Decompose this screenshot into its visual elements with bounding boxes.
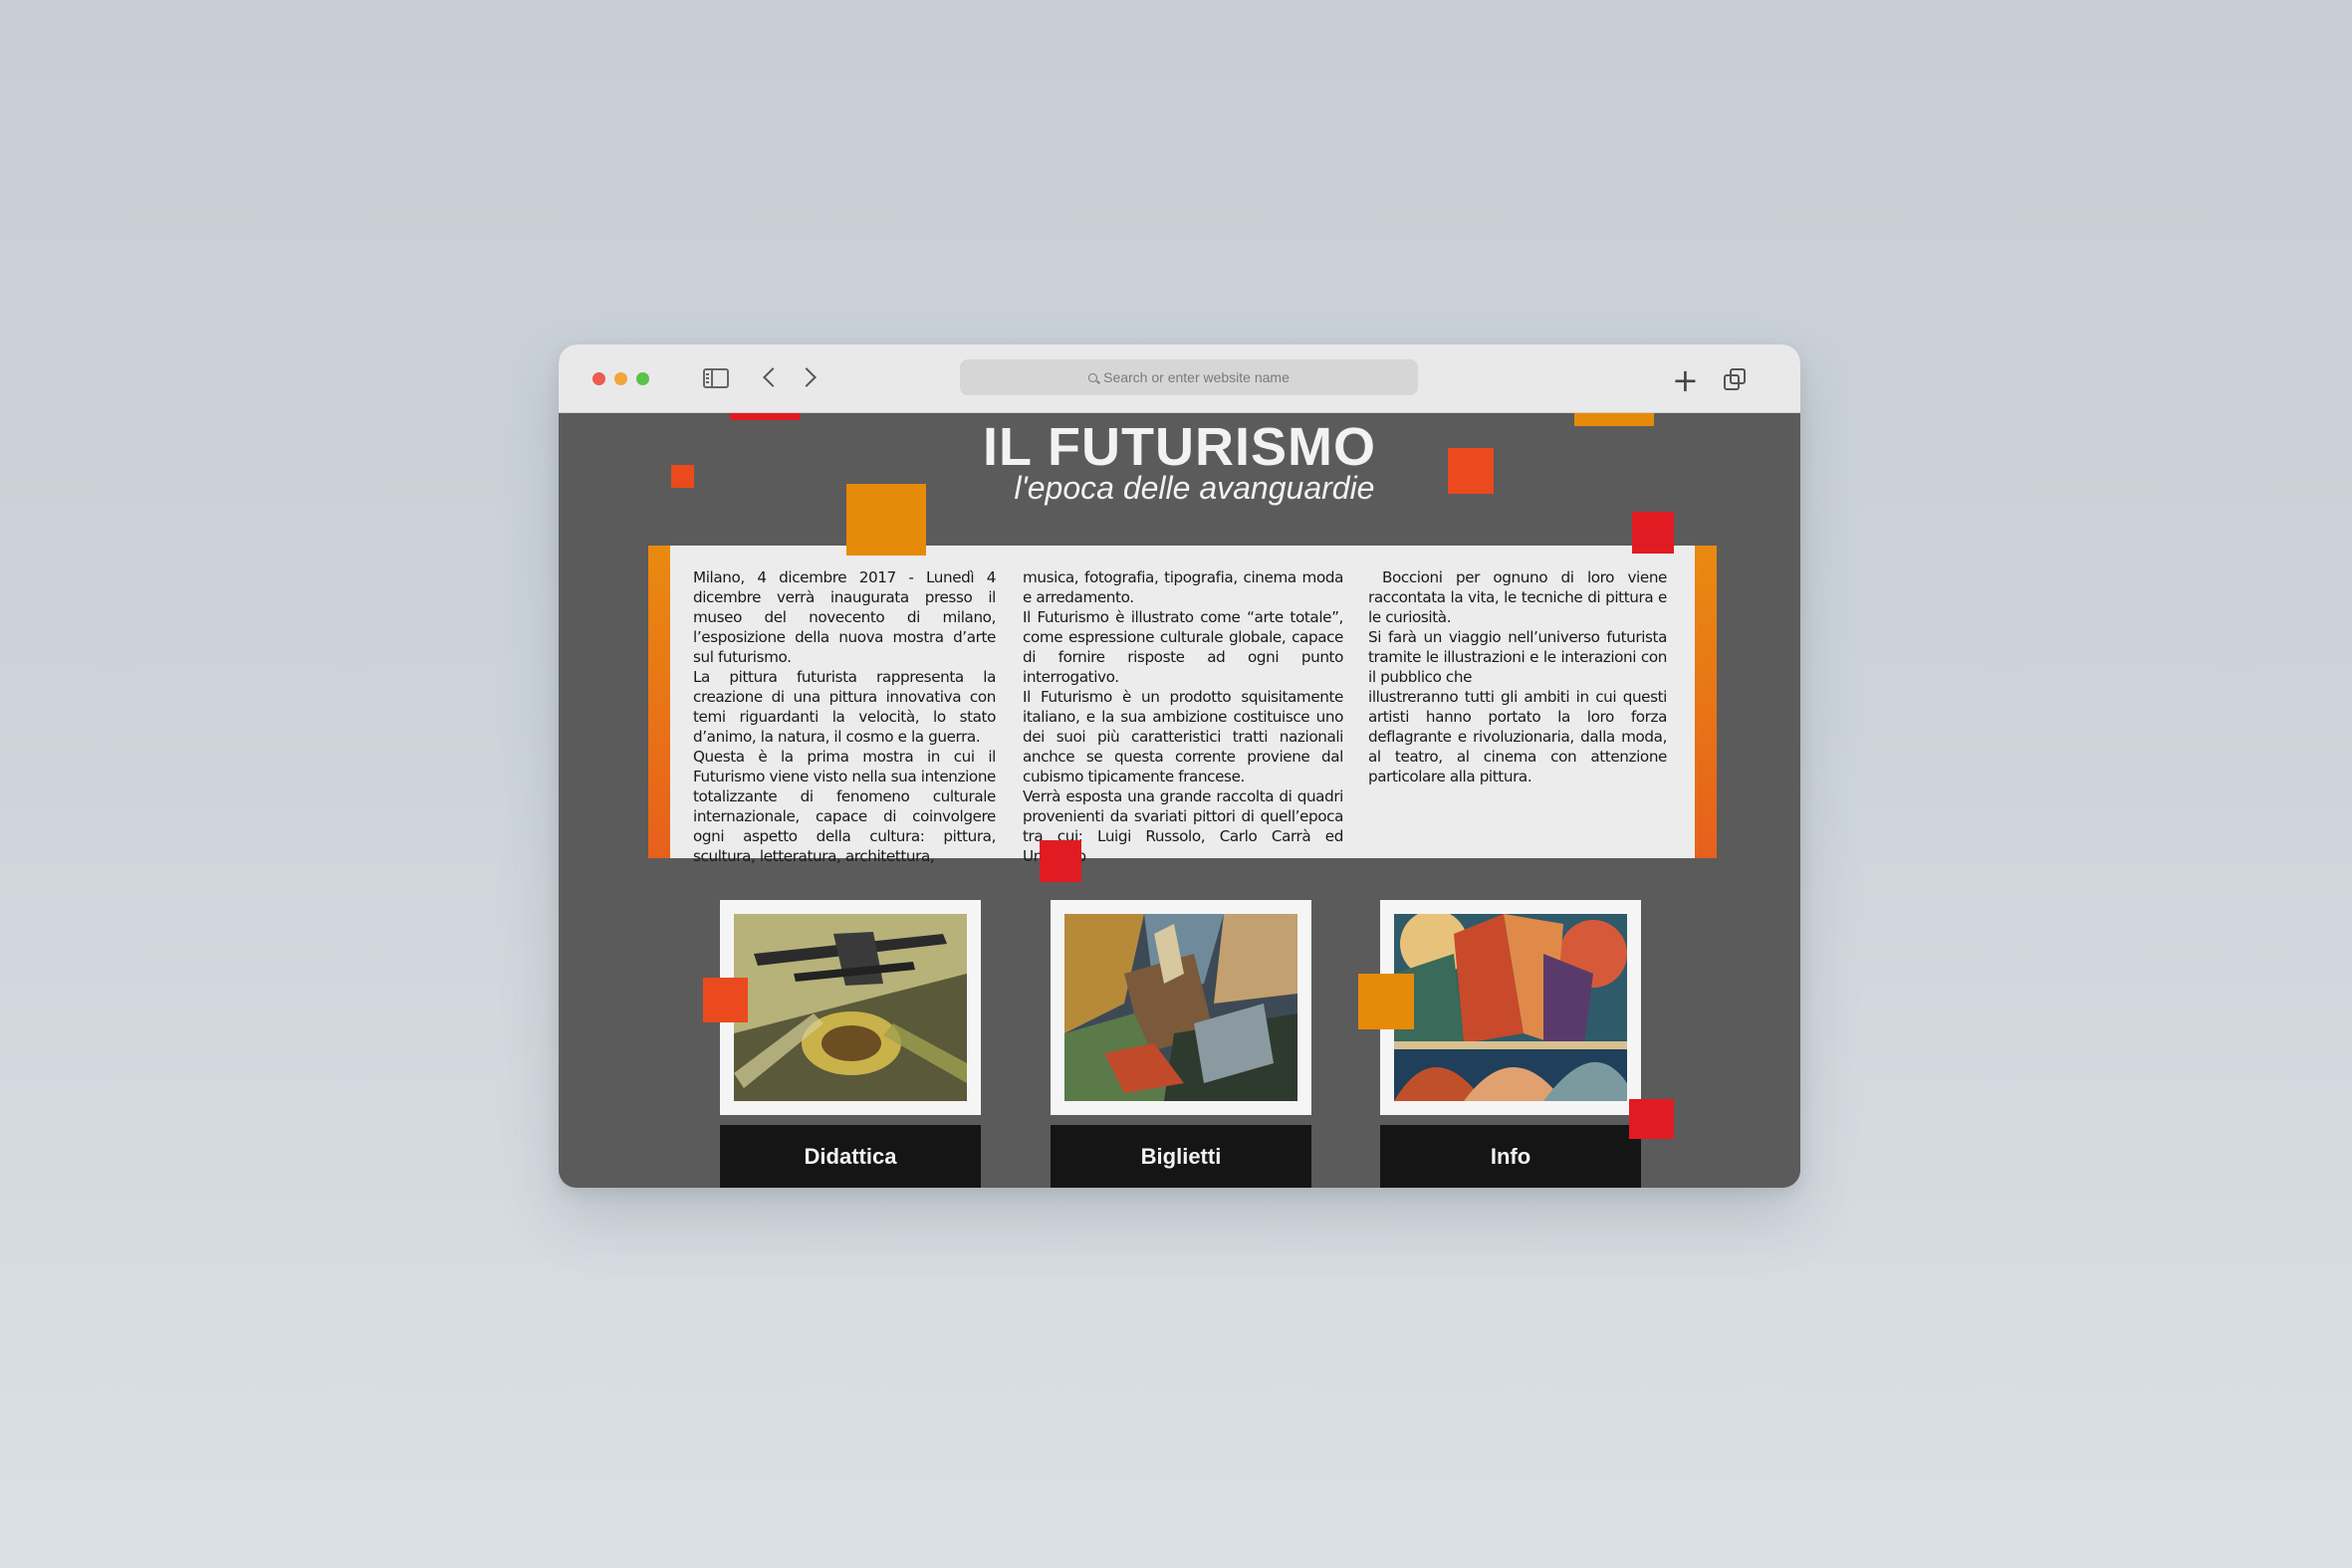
decor-square: [1040, 840, 1081, 882]
browser-window: Search or enter website name + IL FUTURI…: [559, 344, 1800, 1188]
decor-square: [846, 484, 926, 556]
paragraph: Si farà un viaggio nell’universo futuris…: [1368, 628, 1667, 686]
paragraph: Boccioni per ognuno di loro viene raccon…: [1368, 568, 1667, 626]
panel-accent-right: [1695, 546, 1717, 858]
didattica-button[interactable]: Didattica: [720, 1125, 981, 1188]
page-subtitle: l'epoca delle avanguardie: [1014, 470, 1375, 506]
page-content: IL FUTURISMO l'epoca delle avanguardie M…: [559, 412, 1800, 1188]
address-bar-placeholder: Search or enter website name: [1103, 369, 1290, 385]
artwork-card-didattica[interactable]: [720, 900, 981, 1115]
text-column-2: musica, fotografia, tipografia, cinema m…: [1023, 567, 1343, 866]
decor-square: [1629, 1099, 1674, 1139]
tab-overview-icon[interactable]: [1724, 368, 1746, 390]
page-title: IL FUTURISMO: [983, 417, 1376, 477]
decor-square: [1358, 974, 1414, 1029]
maximize-window-button[interactable]: [636, 372, 649, 385]
sidebar-toggle-icon[interactable]: [703, 368, 729, 388]
decor-square: [703, 978, 748, 1022]
address-bar[interactable]: Search or enter website name: [960, 359, 1418, 395]
text-column-1: Milano, 4 dicembre 2017 - Lunedì 4 dicem…: [693, 567, 996, 866]
browser-toolbar: Search or enter website name +: [559, 344, 1800, 413]
text-column-3: Boccioni per ognuno di loro viene raccon…: [1368, 567, 1667, 786]
paragraph: Il Futurismo è un prodotto squisitamente…: [1023, 688, 1343, 785]
artwork-image-city: [1394, 914, 1627, 1101]
minimize-window-button[interactable]: [614, 372, 627, 385]
biglietti-button[interactable]: Biglietti: [1051, 1125, 1311, 1188]
paragraph: illustreranno tutti gli ambiti in cui qu…: [1368, 688, 1667, 785]
info-button[interactable]: Info: [1380, 1125, 1641, 1188]
artwork-image-boccioni: [1064, 914, 1297, 1101]
paragraph: musica, fotografia, tipografia, cinema m…: [1023, 568, 1343, 606]
back-arrow-icon[interactable]: [763, 367, 783, 387]
decor-square: [1632, 512, 1674, 554]
new-tab-plus-icon[interactable]: +: [1672, 364, 1699, 396]
paragraph: Questa è la prima mostra in cui il Futur…: [693, 748, 996, 865]
text-panel: Milano, 4 dicembre 2017 - Lunedì 4 dicem…: [648, 546, 1717, 865]
panel-accent-left: [648, 546, 670, 858]
paragraph: Il Futurismo è illustrato come “arte tot…: [1023, 608, 1343, 686]
paragraph: Milano, 4 dicembre 2017 - Lunedì 4 dicem…: [693, 568, 996, 666]
artwork-card-biglietti[interactable]: [1051, 900, 1311, 1115]
paragraph: La pittura futurista rappresenta la crea…: [693, 668, 996, 746]
search-icon: [1088, 372, 1098, 382]
artwork-card-info[interactable]: [1380, 900, 1641, 1115]
artwork-image-airplane: [734, 914, 967, 1101]
close-window-button[interactable]: [592, 372, 605, 385]
forward-arrow-icon[interactable]: [797, 367, 817, 387]
